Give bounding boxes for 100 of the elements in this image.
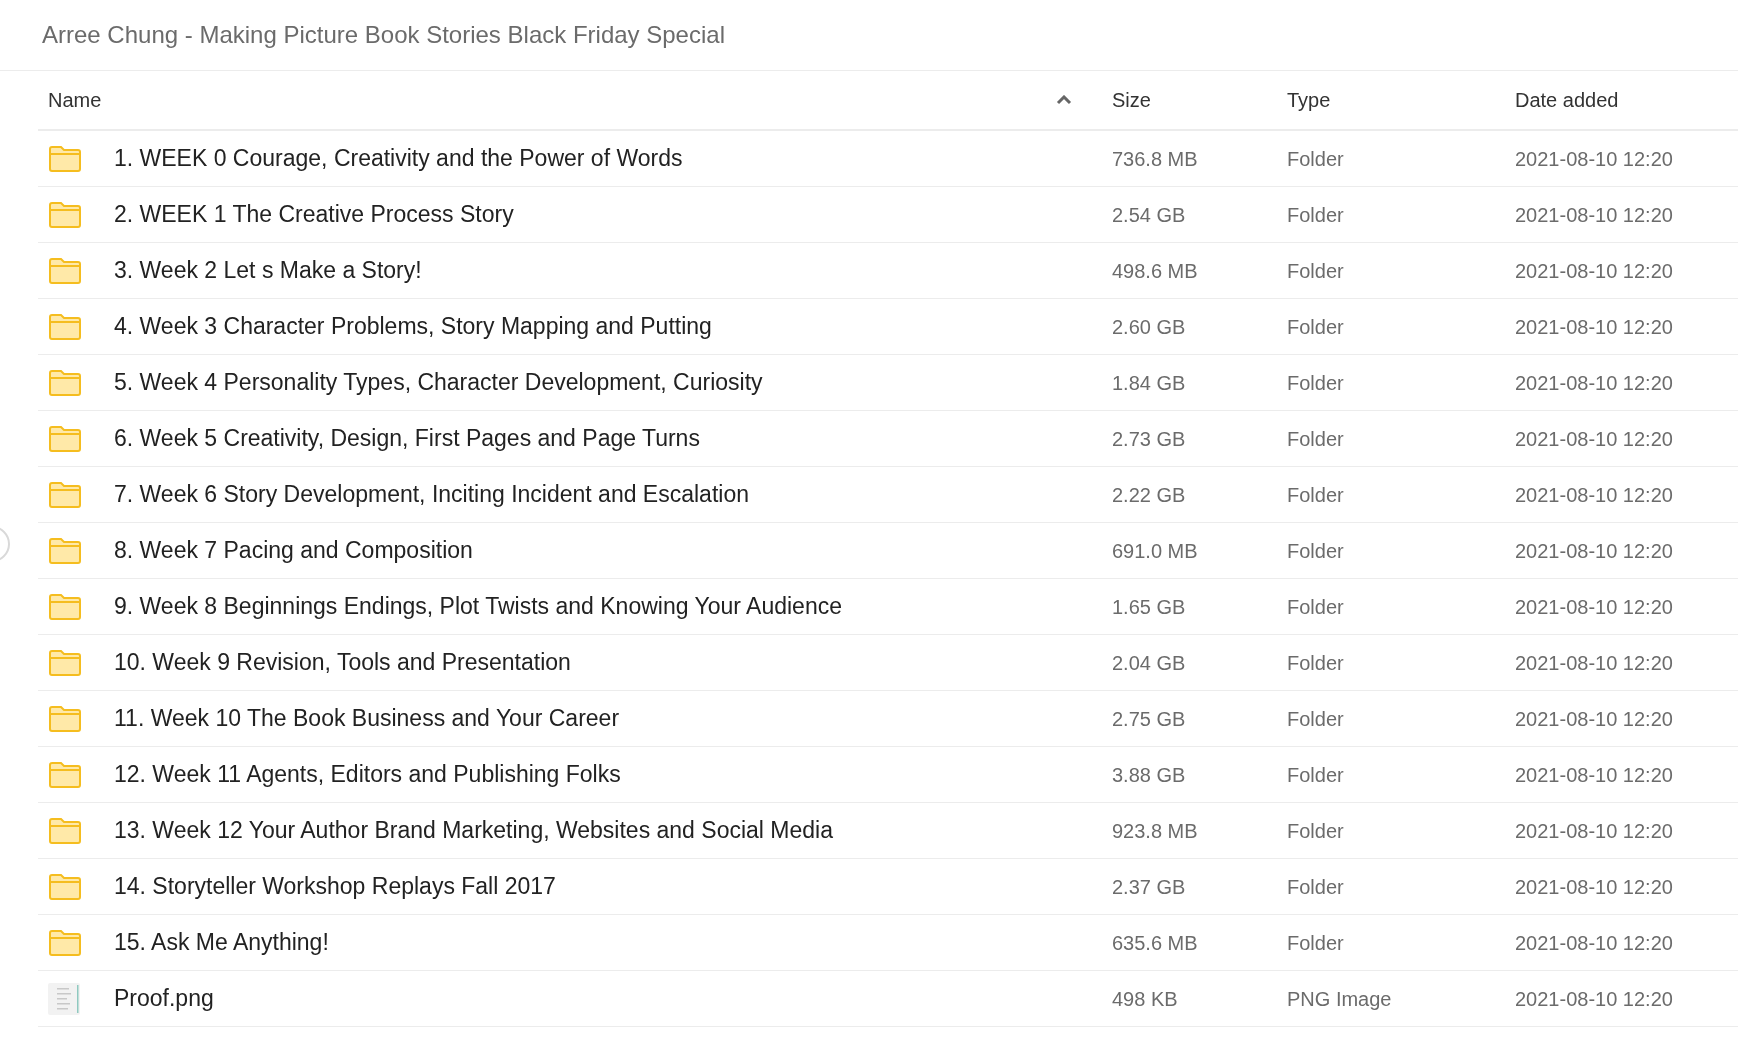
file-row[interactable]: 14. Storyteller Workshop Replays Fall 2017 2.37 GB Folder 2021-08-10 12:20 xyxy=(38,859,1738,915)
date-added: 2021-08-10 12:20 xyxy=(1514,818,1674,844)
folder-icon xyxy=(48,592,82,621)
file-name: 8. Week 7 Pacing and Composition xyxy=(114,536,473,566)
folder-icon xyxy=(48,648,82,677)
folder-icon xyxy=(48,816,82,845)
file-type: Folder xyxy=(1286,762,1345,788)
file-row[interactable]: 5. Week 4 Personality Types, Character Development, Curiosity 1.84 GB Folder 2021-08-10 12:20 xyxy=(38,355,1738,411)
file-row[interactable]: 15. Ask Me Anything! 635.6 MB Folder 2021-08-10 12:20 xyxy=(38,915,1738,971)
file-name: 2. WEEK 1 The Creative Process Story xyxy=(114,200,514,230)
file-name: 1. WEEK 0 Courage, Creativity and the Power of Words xyxy=(114,144,683,174)
folder-icon xyxy=(48,424,82,453)
file-name: 6. Week 5 Creativity, Design, First Pages and Page Turns xyxy=(114,424,700,454)
file-name: 4. Week 3 Character Problems, Story Mapping and Putting xyxy=(114,312,712,342)
file-type: Folder xyxy=(1286,818,1345,844)
file-size: 2.73 GB xyxy=(1111,426,1187,452)
file-size: 2.37 GB xyxy=(1111,874,1187,900)
date-added: 2021-08-10 12:20 xyxy=(1514,258,1674,284)
date-added: 2021-08-10 12:20 xyxy=(1514,370,1674,396)
file-row[interactable]: 6. Week 5 Creativity, Design, First Pages and Page Turns 2.73 GB Folder 2021-08-10 12:20 xyxy=(38,411,1738,467)
date-added: 2021-08-10 12:20 xyxy=(1514,706,1674,732)
file-name: 14. Storyteller Workshop Replays Fall 2017 xyxy=(114,872,556,902)
file-row[interactable]: 9. Week 8 Beginnings Endings, Plot Twists and Knowing Your Audience 1.65 GB Folder 2021-08-10 12:20 xyxy=(38,579,1738,635)
folder-icon xyxy=(48,200,82,229)
file-size: 2.22 GB xyxy=(1111,482,1187,508)
file-size: 498 KB xyxy=(1111,986,1179,1012)
file-name: 15. Ask Me Anything! xyxy=(114,928,329,958)
file-size: 3.88 GB xyxy=(1111,762,1187,788)
file-name: 12. Week 11 Agents, Editors and Publishing Folks xyxy=(114,760,621,790)
folder-icon xyxy=(48,312,82,341)
file-row[interactable]: 2. WEEK 1 The Creative Process Story 2.54 GB Folder 2021-08-10 12:20 xyxy=(38,187,1738,243)
column-header[interactable]: Name xyxy=(38,80,1102,120)
column-header[interactable]: Size xyxy=(1102,80,1277,120)
file-type: Folder xyxy=(1286,426,1345,452)
file-type: Folder xyxy=(1286,146,1345,172)
file-name: 9. Week 8 Beginnings Endings, Plot Twists and Knowing Your Audience xyxy=(114,592,842,622)
file-type: PNG Image xyxy=(1286,986,1393,1012)
date-added: 2021-08-10 12:20 xyxy=(1514,426,1674,452)
folder-icon xyxy=(48,536,82,565)
date-added: 2021-08-10 12:20 xyxy=(1514,482,1674,508)
file-name: Proof.png xyxy=(114,984,214,1014)
file-row[interactable]: 3. Week 2 Let s Make a Story! 498.6 MB Folder 2021-08-10 12:20 xyxy=(38,243,1738,299)
file-size: 2.75 GB xyxy=(1111,706,1187,732)
date-added: 2021-08-10 12:20 xyxy=(1514,986,1674,1012)
folder-icon xyxy=(48,368,82,397)
file-size: 2.54 GB xyxy=(1111,202,1187,228)
folder-icon xyxy=(48,256,82,285)
date-added: 2021-08-10 12:20 xyxy=(1514,146,1674,172)
file-row[interactable]: 4. Week 3 Character Problems, Story Mapping and Putting 2.60 GB Folder 2021-08-10 12:20 xyxy=(38,299,1738,355)
file-type: Folder xyxy=(1286,594,1345,620)
file-name: 5. Week 4 Personality Types, Character Development, Curiosity xyxy=(114,368,763,398)
file-type: Folder xyxy=(1286,930,1345,956)
folder-icon xyxy=(48,144,82,173)
date-added: 2021-08-10 12:20 xyxy=(1514,650,1674,676)
folder-icon xyxy=(48,760,82,789)
date-added: 2021-08-10 12:20 xyxy=(1514,202,1674,228)
file-type: Folder xyxy=(1286,538,1345,564)
file-type: Folder xyxy=(1286,650,1345,676)
file-row[interactable]: 12. Week 11 Agents, Editors and Publishing Folks 3.88 GB Folder 2021-08-10 12:20 xyxy=(38,747,1738,803)
file-row[interactable]: 10. Week 9 Revision, Tools and Presentation 2.04 GB Folder 2021-08-10 12:20 xyxy=(38,635,1738,691)
file-name: 3. Week 2 Let s Make a Story! xyxy=(114,256,422,286)
column-header[interactable]: Date added xyxy=(1505,80,1738,120)
file-name: 10. Week 9 Revision, Tools and Presentation xyxy=(114,648,571,678)
file-row[interactable]: 1. WEEK 0 Courage, Creativity and the Power of Words 736.8 MB Folder 2021-08-10 12:20 xyxy=(38,131,1738,187)
date-added: 2021-08-10 12:20 xyxy=(1514,314,1674,340)
file-type: Folder xyxy=(1286,706,1345,732)
file-type: Folder xyxy=(1286,370,1345,396)
date-added: 2021-08-10 12:20 xyxy=(1514,874,1674,900)
file-row[interactable]: Proof.png 498 KB PNG Image 2021-08-10 12:20 xyxy=(38,971,1738,1027)
file-row[interactable]: 7. Week 6 Story Development, Inciting Incident and Escalation 2.22 GB Folder 2021-08-10 12:20 xyxy=(38,467,1738,523)
page-title: Arree Chung - Making Picture Book Stories Black Friday Special xyxy=(42,20,725,50)
file-size: 923.8 MB xyxy=(1111,818,1199,844)
date-added: 2021-08-10 12:20 xyxy=(1514,930,1674,956)
file-type: Folder xyxy=(1286,482,1345,508)
file-row[interactable]: 8. Week 7 Pacing and Composition 691.0 MB Folder 2021-08-10 12:20 xyxy=(38,523,1738,579)
file-name: 11. Week 10 The Book Business and Your Career xyxy=(114,704,620,734)
sort-ascending-icon xyxy=(1056,95,1072,105)
file-type: Folder xyxy=(1286,874,1345,900)
folder-icon xyxy=(48,480,82,509)
file-type: Folder xyxy=(1286,314,1345,340)
file-size: 498.6 MB xyxy=(1111,258,1199,284)
date-added: 2021-08-10 12:20 xyxy=(1514,762,1674,788)
file-size: 1.84 GB xyxy=(1111,370,1187,396)
file-row[interactable]: 13. Week 12 Your Author Brand Marketing, Websites and Social Media 923.8 MB Folder 2021-08-10 12:20 xyxy=(38,803,1738,859)
file-size: 2.04 GB xyxy=(1111,650,1187,676)
column-header[interactable]: Type xyxy=(1277,80,1505,120)
folder-icon xyxy=(48,872,82,901)
date-added: 2021-08-10 12:20 xyxy=(1514,594,1674,620)
image-thumbnail-icon xyxy=(48,982,80,1015)
folder-icon xyxy=(48,704,82,733)
file-size: 691.0 MB xyxy=(1111,538,1199,564)
file-name: 7. Week 6 Story Development, Inciting Incident and Escalation xyxy=(114,480,749,510)
folder-icon xyxy=(48,928,82,957)
file-size: 736.8 MB xyxy=(1111,146,1199,172)
file-row[interactable]: 11. Week 10 The Book Business and Your Career 2.75 GB Folder 2021-08-10 12:20 xyxy=(38,691,1738,747)
file-size: 1.65 GB xyxy=(1111,594,1187,620)
date-added: 2021-08-10 12:20 xyxy=(1514,538,1674,564)
file-size: 635.6 MB xyxy=(1111,930,1199,956)
file-type: Folder xyxy=(1286,258,1345,284)
file-size: 2.60 GB xyxy=(1111,314,1187,340)
